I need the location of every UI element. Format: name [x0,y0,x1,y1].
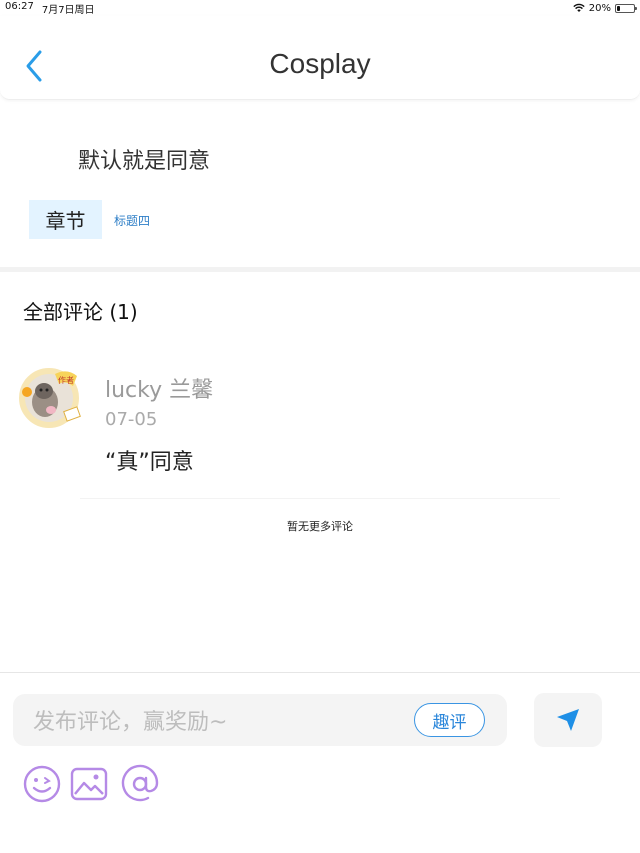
comment-date: 07-05 [105,409,158,430]
comment-divider [80,498,560,499]
no-more-comments: 暂无更多评论 [287,520,353,533]
page-title: Cosplay [269,48,371,79]
wifi-icon [573,3,585,12]
comment-composer: 发布评论，赢奖励~ 趣评 [0,672,640,853]
status-date: 7月7日周日 [41,4,95,16]
comment-text: “真”同意 [105,450,194,475]
battery-icon [615,3,637,13]
status-time: 06:27 [5,0,34,12]
avatar[interactable]: 作者 [15,364,85,432]
section-divider [0,267,640,272]
status-bar: 06:27 7月7日周日 20% [0,0,640,16]
comments-header: 全部评论 (1) [23,300,138,324]
mention-icon[interactable] [120,764,160,804]
image-icon[interactable] [69,764,109,804]
comment-username[interactable]: lucky 兰馨 [105,372,213,404]
nav-bar: Cosplay [0,16,640,100]
comment-input[interactable]: 发布评论，赢奖励~ 趣评 [13,694,507,746]
comment-input-placeholder: 发布评论，赢奖励~ [33,710,228,735]
article-text: 默认就是同意 [78,149,211,174]
battery-level [617,5,621,11]
send-button[interactable] [534,693,602,747]
fun-comment-button[interactable]: 趣评 [414,703,485,737]
battery-percent: 20% [588,2,611,14]
send-icon [557,709,579,731]
chapter-tag[interactable]: 章节 [29,200,102,239]
emoji-icon[interactable] [22,764,62,804]
chapter-title-link[interactable]: 标题四 [114,212,150,229]
author-badge: 作者 [58,375,74,385]
